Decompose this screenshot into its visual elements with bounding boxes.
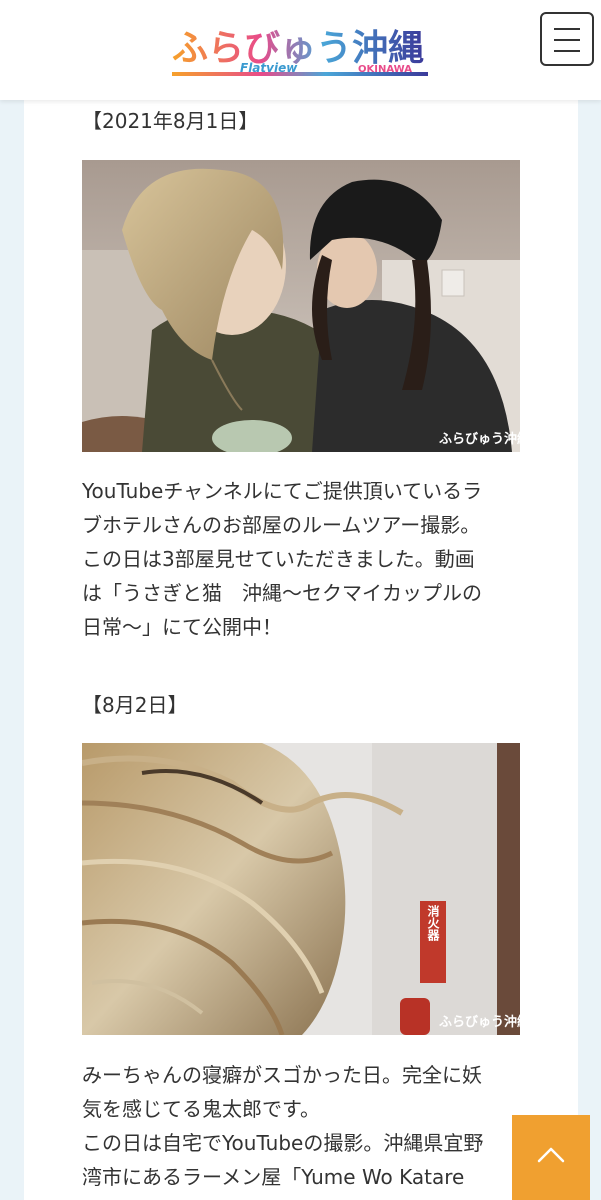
photo-watermark-2: ふらびゅう沖縄 (439, 1014, 520, 1030)
section-paragraph-1-line-5: 日常〜」にて公開中！ (82, 615, 282, 639)
section-paragraph-2-line-2: 気を感じてる鬼太郎です。 (82, 1097, 320, 1121)
photo-watermark-1: ふらびゅう沖縄 (439, 431, 520, 447)
photo-couple: ふらびゅう沖縄 (82, 160, 520, 452)
logo-main-text: ふらびゅう沖縄 (172, 28, 424, 69)
section-paragraph-1-line-4: は「うさぎと猫 沖縄〜セクマイカップルの (82, 581, 482, 605)
chevron-up-icon (537, 1147, 565, 1163)
photo-messy-hair: 消火器 ふらびゅう沖縄 (82, 743, 520, 1035)
logo-sub-left: Flatview (240, 61, 298, 75)
logo-sub-right: OKINAWA (358, 64, 412, 75)
section-paragraph-2-line-3: この日は自宅でYouTubeの撮影。沖縄県宜野 (82, 1131, 484, 1155)
hamburger-icon (554, 28, 580, 30)
article-body: 【2021年8月1日】 ふらびゅう沖 YouTubeチャンネルにてご提供頂いてい… (24, 100, 578, 1200)
site-header: ふらびゅう沖縄 Flatview OKINAWA (0, 0, 601, 100)
menu-button[interactable] (540, 12, 594, 66)
section-paragraph-1-line-1: YouTubeチャンネルにてご提供頂いているラ (82, 479, 483, 503)
section-paragraph-1-line-3: この日は3部屋見せていただきました。動画 (82, 547, 475, 571)
site-logo[interactable]: ふらびゅう沖縄 Flatview OKINAWA (170, 20, 430, 86)
section-date-1: 【2021年8月1日】 (82, 109, 259, 133)
scroll-to-top-button[interactable] (512, 1115, 590, 1200)
section-paragraph-2-line-1: みーちゃんの寝癖がスゴかった日。完全に妖 (82, 1063, 482, 1087)
section-paragraph-1-line-2: ブホテルさんのお部屋のルームツアー撮影。 (82, 513, 481, 537)
section-date-2: 【8月2日】 (82, 693, 188, 717)
section-paragraph-2-line-4: 湾市にあるラーメン屋「Yume Wo Katare (82, 1165, 465, 1189)
extinguisher-sign-text: 消火器 (426, 904, 440, 942)
